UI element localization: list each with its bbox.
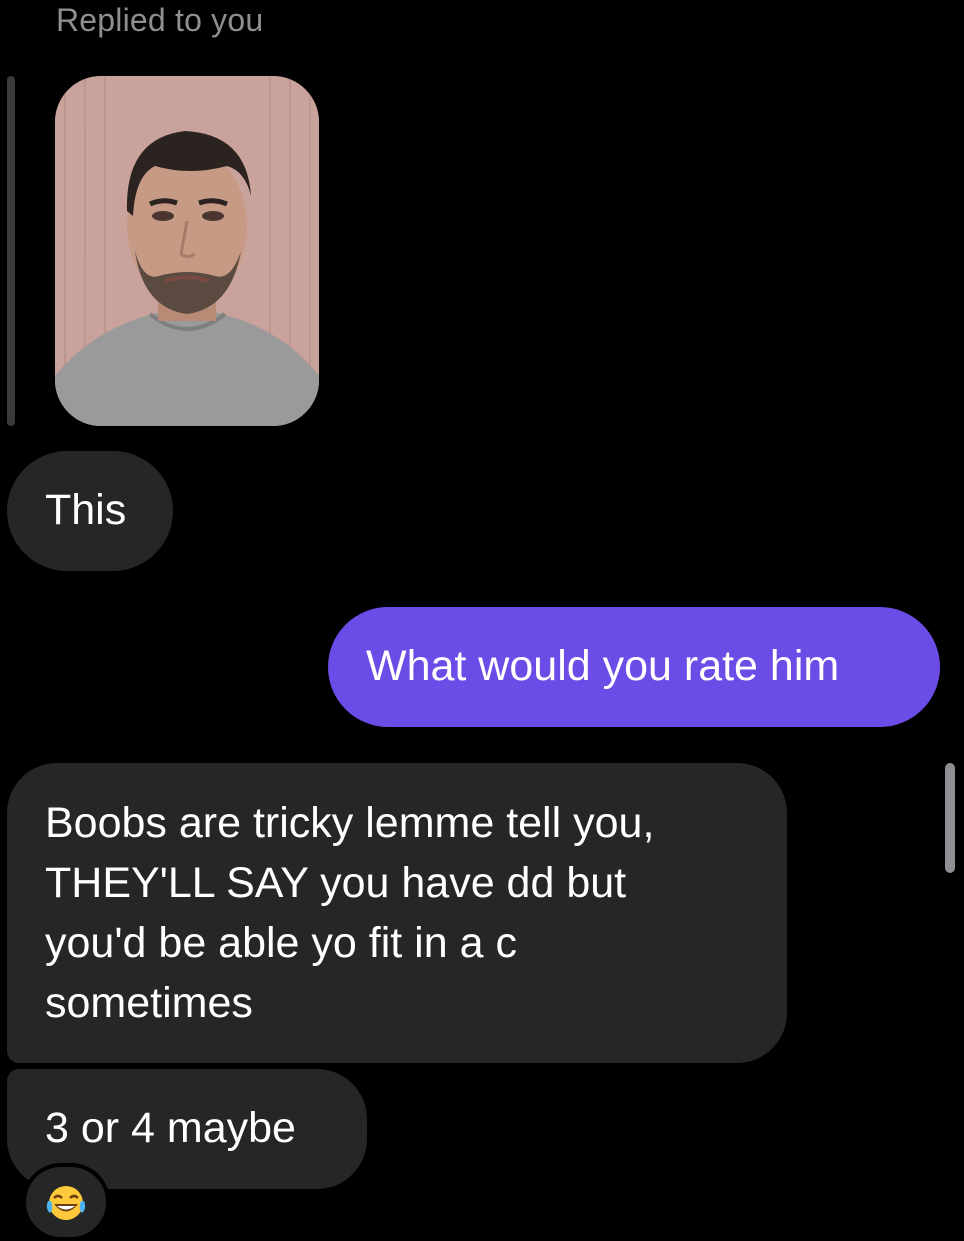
reply-label: Replied to you <box>56 2 264 38</box>
message-bubble-rate-him[interactable]: What would you rate him <box>328 607 940 727</box>
message-reaction[interactable] <box>22 1163 110 1241</box>
replied-story-photo[interactable] <box>55 76 319 426</box>
selfie-photo-icon <box>55 76 319 426</box>
reply-indicator-bar <box>7 76 15 426</box>
scrollbar[interactable] <box>945 763 955 873</box>
message-bubble-this[interactable]: This <box>7 451 173 571</box>
message-bubble-boobs[interactable]: Boobs are tricky lemme tell you, THEY'LL… <box>7 763 787 1063</box>
laughing-crying-emoji-icon <box>46 1186 86 1220</box>
